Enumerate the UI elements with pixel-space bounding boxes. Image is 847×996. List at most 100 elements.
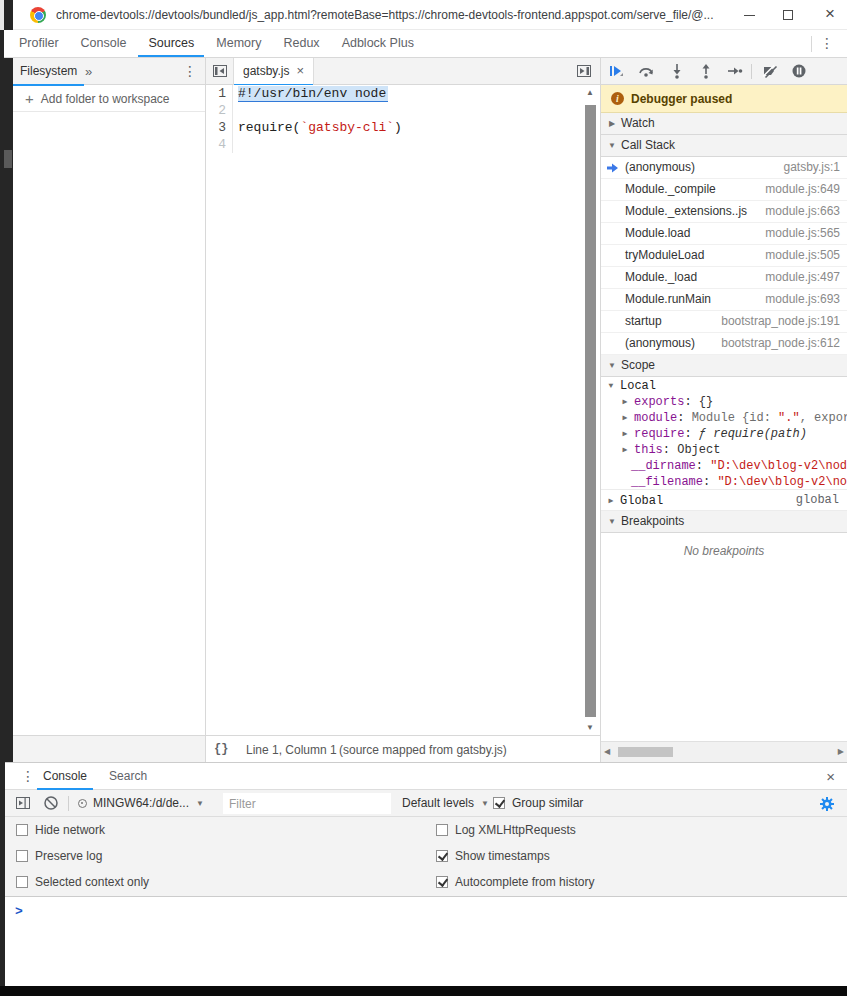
tabbar-separator <box>811 36 812 52</box>
scope-property[interactable]: ▶exports: {} <box>601 394 847 410</box>
scroll-down-icon[interactable]: ▼ <box>586 723 594 732</box>
setting-checkbox[interactable] <box>16 876 28 888</box>
property-name: exports <box>634 395 684 409</box>
step-over-icon[interactable] <box>638 63 654 79</box>
drawer-menu-icon[interactable]: ⋮ <box>21 769 35 783</box>
current-frame-icon <box>607 163 619 173</box>
context-selector[interactable]: MINGW64:/d/de...▼ <box>78 790 204 817</box>
section-watch[interactable]: ▶Watch <box>601 113 847 135</box>
editor-scrollbar[interactable]: ▲ ▼ <box>584 85 598 735</box>
frame-location: gatsby.js:1 <box>784 157 840 178</box>
call-stack-frame[interactable]: Module.runMainmodule.js:693 <box>601 289 847 311</box>
scroll-up-icon[interactable]: ▲ <box>586 88 594 97</box>
main-menu-icon[interactable]: ⋮ <box>820 36 834 50</box>
filter-input[interactable] <box>223 793 391 814</box>
tab-profiler[interactable]: Profiler <box>9 30 69 57</box>
scope-global[interactable]: ▶Globalglobal <box>601 489 847 511</box>
drawer-header: ⋮ Console Search × <box>5 763 847 790</box>
console-settings-icon[interactable] <box>819 796 835 812</box>
chrome-icon <box>30 7 46 23</box>
group-similar-checkbox[interactable] <box>493 797 505 809</box>
line-number[interactable]: 3 <box>206 119 233 136</box>
call-stack-frame[interactable]: Module._extensions..jsmodule.js:663 <box>601 201 847 223</box>
drawer-tab-search[interactable]: Search <box>103 763 153 790</box>
drawer-close-icon[interactable]: × <box>826 768 835 785</box>
log-levels-dropdown[interactable]: Default levels▼ <box>402 790 489 817</box>
deactivate-breakpoints-icon[interactable] <box>762 63 778 79</box>
call-stack-frame[interactable]: Module.loadmodule.js:565 <box>601 223 847 245</box>
frame-location: module.js:505 <box>765 245 840 266</box>
call-stack-frame[interactable]: tryModuleLoadmodule.js:505 <box>601 245 847 267</box>
tab-filesystem[interactable]: Filesystem <box>13 58 84 85</box>
section-scope[interactable]: ▼Scope <box>601 355 847 377</box>
scroll-right-icon[interactable]: ▶ <box>838 747 844 756</box>
console-prompt[interactable]: > <box>5 897 847 986</box>
navigator-menu-icon[interactable]: ⋮ <box>183 64 197 78</box>
tab-adblock-plus[interactable]: Adblock Plus <box>332 30 424 57</box>
section-call-stack[interactable]: ▼Call Stack <box>601 135 847 157</box>
console-setting[interactable]: Preserve log <box>16 843 149 869</box>
frame-location: module.js:649 <box>765 179 840 200</box>
step-icon[interactable] <box>727 63 743 79</box>
tab-gatsby-js[interactable]: gatsby.js× <box>233 58 314 85</box>
scope-property[interactable]: ▶require: ƒ require(path) <box>601 426 847 442</box>
console-setting[interactable]: Selected context only <box>16 869 149 895</box>
setting-checkbox[interactable] <box>436 876 448 888</box>
sidebar-hscrollbar[interactable]: ◀ ▶ <box>601 741 847 762</box>
scope-local[interactable]: ▼Local <box>601 377 847 394</box>
scroll-left-icon[interactable]: ◀ <box>604 747 610 756</box>
call-stack-frame[interactable]: startupbootstrap_node.js:191 <box>601 311 847 333</box>
console-setting[interactable]: Hide network <box>16 817 149 843</box>
setting-checkbox[interactable] <box>436 850 448 862</box>
show-debugger-icon[interactable] <box>576 63 592 79</box>
section-breakpoints[interactable]: ▼Breakpoints <box>601 511 847 533</box>
tab-console[interactable]: Console <box>71 30 137 57</box>
console-setting[interactable]: Show timestamps <box>436 843 594 869</box>
editor-scrollbar-thumb[interactable] <box>585 105 596 717</box>
call-stack-frame[interactable]: Module._compilemodule.js:649 <box>601 179 847 201</box>
line-number[interactable]: 4 <box>206 136 233 153</box>
tab-redux[interactable]: Redux <box>273 30 329 57</box>
line-number[interactable]: 1 <box>206 85 233 102</box>
group-similar-setting[interactable]: Group similar <box>493 790 583 817</box>
console-sidebar-icon[interactable] <box>15 795 31 811</box>
code-line: 3require(`gatsby-cli`) <box>206 119 600 136</box>
levels-label: Default levels <box>402 796 474 810</box>
scope-property[interactable]: __filename: "D:\dev\blog-v2\node_mo <box>601 474 847 490</box>
pretty-print-icon[interactable]: {} <box>214 742 228 756</box>
hscrollbar-thumb[interactable] <box>618 747 673 757</box>
call-stack-frame[interactable]: (anonymous)gatsby.js:1 <box>601 157 847 179</box>
tab-memory[interactable]: Memory <box>206 30 271 57</box>
setting-checkbox[interactable] <box>436 824 448 836</box>
hide-navigator-icon[interactable] <box>212 63 228 79</box>
code-editor[interactable]: 1#!/usr/bin/env node23require(`gatsby-cl… <box>206 85 600 735</box>
step-out-icon[interactable] <box>698 63 714 79</box>
tab-sources[interactable]: Sources <box>138 30 204 57</box>
pause-on-exceptions-icon[interactable] <box>791 63 807 79</box>
minimize-icon[interactable] <box>744 15 755 16</box>
cursor-position: Line 1, Column 1 <box>246 743 337 757</box>
call-stack-frame[interactable]: (anonymous)bootstrap_node.js:612 <box>601 333 847 355</box>
drawer-tab-console[interactable]: Console <box>37 763 93 790</box>
console-setting[interactable]: Log XMLHttpRequests <box>436 817 594 843</box>
clear-console-icon[interactable] <box>43 795 59 811</box>
scope-property[interactable]: ▶module: Module {id: ".", exports: <box>601 410 847 426</box>
maximize-icon[interactable] <box>783 10 793 20</box>
colon: : <box>684 395 698 409</box>
property-name: __dirname <box>631 459 696 473</box>
step-into-icon[interactable] <box>669 63 685 79</box>
scope-property[interactable]: ▶this: Object <box>601 442 847 458</box>
line-number[interactable]: 2 <box>206 102 233 119</box>
resume-icon[interactable] <box>608 63 624 79</box>
console-setting[interactable]: Autocomplete from history <box>436 869 594 895</box>
scope-property[interactable]: __dirname: "D:\dev\blog-v2\node_mod <box>601 458 847 474</box>
call-stack-frame[interactable]: Module._loadmodule.js:497 <box>601 267 847 289</box>
close-icon[interactable]: × <box>825 4 835 24</box>
tab-close-icon[interactable]: × <box>296 63 304 78</box>
setting-checkbox[interactable] <box>16 850 28 862</box>
add-folder-button[interactable]: +Add folder to workspace <box>13 86 205 112</box>
frame-location: module.js:663 <box>765 201 840 222</box>
more-tabs-icon[interactable]: » <box>85 58 92 85</box>
left-scrollbar-thumb[interactable] <box>4 150 12 168</box>
setting-checkbox[interactable] <box>16 824 28 836</box>
